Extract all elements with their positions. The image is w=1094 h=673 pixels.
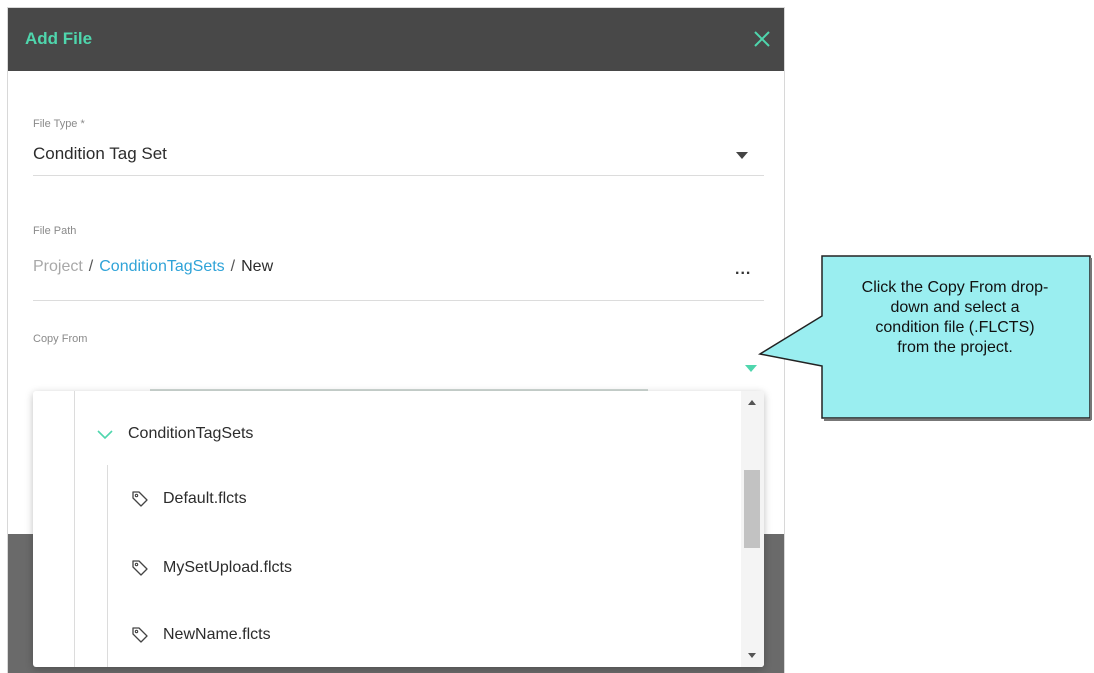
- tree-folder-conditiontagsets[interactable]: ConditionTagSets: [96, 418, 253, 450]
- chevron-down-icon: [97, 430, 113, 440]
- divider: [33, 175, 764, 176]
- tree-folder-label: ConditionTagSets: [128, 425, 254, 442]
- callout-line: from the project.: [897, 339, 1013, 356]
- tree-guide-line: [107, 465, 108, 667]
- file-type-select[interactable]: Condition Tag Set: [33, 136, 764, 174]
- file-path-label: File Path: [33, 225, 77, 237]
- tag-icon: [132, 627, 148, 643]
- tree-file-label: NewName.flcts: [163, 626, 271, 643]
- tree-file-label: MySetUpload.flcts: [163, 559, 292, 576]
- path-root: Project: [33, 258, 83, 275]
- callout-line: condition file (.FLCTS): [875, 319, 1035, 336]
- scrollbar-thumb[interactable]: [744, 470, 760, 548]
- path-folder-link[interactable]: ConditionTagSets: [99, 258, 224, 275]
- file-type-value: Condition Tag Set: [33, 144, 167, 163]
- tree-file-label: Default.flcts: [163, 490, 247, 507]
- path-file-name: New: [241, 258, 274, 275]
- tag-icon: [132, 491, 148, 507]
- file-type-label: File Type *: [33, 118, 85, 130]
- dialog-header: Add File: [8, 8, 784, 71]
- path-separator: /: [88, 258, 94, 275]
- tree-file-item[interactable]: MySetUpload.flcts: [131, 552, 292, 584]
- close-icon: [754, 31, 770, 47]
- copy-from-label: Copy From: [33, 333, 88, 345]
- divider: [33, 300, 764, 301]
- dialog-title: Add File: [25, 29, 93, 48]
- more-options-button[interactable]: ...: [735, 261, 751, 279]
- tree-file-item[interactable]: Default.flcts: [131, 483, 247, 515]
- path-separator: /: [230, 258, 236, 275]
- close-button[interactable]: [746, 23, 778, 55]
- tree-file-item[interactable]: NewName.flcts: [131, 619, 271, 651]
- tag-icon: [132, 560, 148, 576]
- chevron-down-icon: [736, 152, 748, 159]
- copy-from-select[interactable]: [33, 353, 764, 383]
- callout-line: down and select a: [890, 299, 1020, 316]
- callout-line: Click the Copy From drop-: [861, 279, 1049, 296]
- scrollbar[interactable]: [741, 391, 764, 667]
- callout-text: Click the Copy From drop- down and selec…: [820, 278, 1090, 358]
- tree-guide-line: [74, 391, 75, 667]
- breadcrumb: Project / ConditionTagSets / New: [33, 258, 273, 276]
- scroll-down-arrow-icon[interactable]: [748, 653, 756, 658]
- copy-from-dropdown: ConditionTagSets Default.flcts MySetUplo…: [33, 391, 764, 667]
